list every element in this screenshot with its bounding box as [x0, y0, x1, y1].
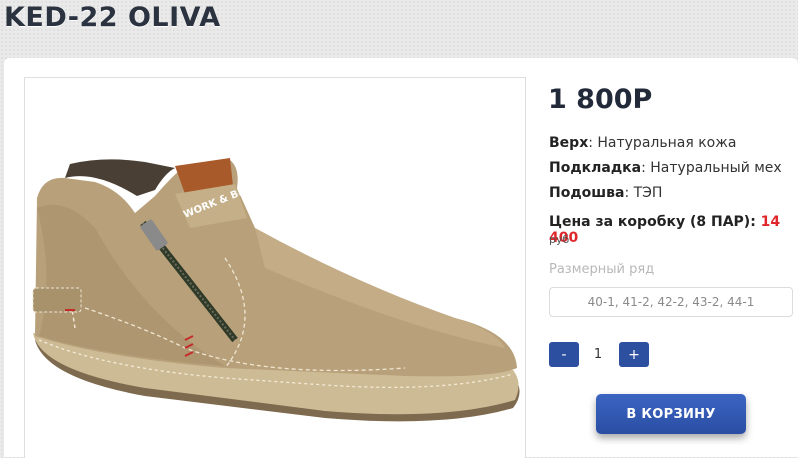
quantity-increment-button[interactable]: + — [619, 342, 649, 367]
spec-label: Подкладка — [549, 160, 642, 176]
product-price: 1 800Р — [548, 84, 653, 115]
spec-sole: Подошва: ТЭП — [549, 185, 662, 201]
spec-upper: Верх: Натуральная кожа — [549, 135, 736, 151]
spec-label: Подошва — [549, 185, 625, 201]
page-title: KED-22 OLIVA — [4, 2, 221, 33]
spec-lining: Подкладка: Натуральный мех — [549, 160, 782, 176]
product-image[interactable]: WORK & BE — [24, 77, 526, 458]
add-to-cart-button[interactable]: В КОРЗИНУ — [596, 394, 746, 434]
quantity-value[interactable]: 1 — [584, 342, 612, 367]
size-range-label: Размерный ряд — [549, 262, 655, 277]
shoe-illustration: WORK & BE — [32, 158, 520, 422]
box-price-unit: руб — [549, 233, 570, 246]
box-price-label: Цена за коробку (8 ПАР): — [549, 214, 761, 230]
spec-value: : Натуральный мех — [641, 160, 782, 176]
box-price: Цена за коробку (8 ПАР): 14 400 — [549, 214, 798, 246]
spec-label: Верх — [549, 135, 589, 151]
quantity-decrement-button[interactable]: - — [549, 342, 579, 367]
size-range-field[interactable]: 40-1, 41-2, 42-2, 43-2, 44-1 — [549, 287, 793, 317]
spec-value: : ТЭП — [624, 185, 663, 201]
spec-value: : Натуральная кожа — [588, 135, 737, 151]
